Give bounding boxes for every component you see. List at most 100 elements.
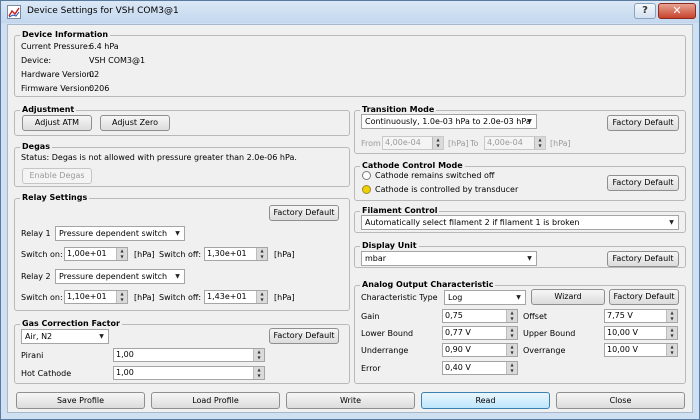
adjust-zero-button[interactable]: Adjust Zero [100, 115, 170, 131]
spin-arrows-icon[interactable]: ▲ ▼ [534, 137, 545, 149]
save-profile-button[interactable]: Save Profile [16, 392, 145, 409]
offset-input[interactable]: 7,75 V ▲ ▼ [604, 309, 678, 323]
relay1-switch-off-input[interactable]: 1,30e+01 ▲ ▼ [204, 247, 268, 261]
underrange-value: 0,90 V [445, 345, 471, 354]
spin-arrows-icon[interactable]: ▲ ▼ [506, 310, 517, 322]
error-label: Error [361, 364, 381, 373]
transition-mode-select[interactable]: Continuously, 1.0e-03 hPa to 2.0e-03 hPa… [361, 114, 537, 129]
overrange-value: 10,00 V [607, 345, 638, 354]
relay2-unit-on: [hPa] [134, 293, 155, 302]
hardware-version-value: 02 [89, 70, 100, 79]
wizard-button[interactable]: Wizard [531, 289, 605, 305]
underrange-label: Underrange [361, 346, 409, 355]
chevron-down-icon: ▼ [175, 273, 180, 280]
window-close-button[interactable]: ✕ [658, 3, 696, 19]
relay2-unit-off: [hPa] [274, 293, 295, 302]
lower-bound-label: Lower Bound [361, 329, 414, 338]
spin-arrows-icon[interactable]: ▲ ▼ [506, 327, 517, 339]
transition-from-value: 4,00e-04 [385, 138, 421, 147]
pirani-input[interactable]: 1,00 ▲ ▼ [113, 348, 265, 362]
overrange-label: Overrange [523, 346, 566, 355]
relay-settings-title: Relay Settings [20, 193, 90, 202]
spin-arrows-icon[interactable]: ▲ ▼ [253, 349, 264, 361]
title-bar[interactable]: Device Settings for VSH COM3@1 ? ✕ [1, 1, 699, 23]
gas-type-value: Air, N2 [25, 332, 53, 341]
transition-to-label: To [470, 139, 479, 148]
analog-factory-default-button[interactable]: Factory Default [609, 289, 679, 305]
help-button[interactable]: ? [634, 3, 656, 19]
relay2-switch-on-input[interactable]: 1,10e+01 ▲ ▼ [64, 290, 128, 304]
cathode-control-title: Cathode Control Mode [360, 161, 465, 170]
chevron-down-icon: ▼ [669, 219, 674, 226]
firmware-version-label: Firmware Version: [21, 84, 93, 93]
relay2-switch-off-value: 1,43e+01 [207, 292, 247, 301]
relay1-mode-select[interactable]: Pressure dependent switch ▼ [55, 226, 185, 241]
transition-from-input[interactable]: 4,00e-04 ▲ ▼ [382, 136, 444, 150]
spin-arrows-icon[interactable]: ▲ ▼ [253, 367, 264, 379]
spin-arrows-icon[interactable]: ▲ ▼ [666, 344, 677, 356]
close-button[interactable]: Close [556, 392, 685, 409]
relay2-switch-off-input[interactable]: 1,43e+01 ▲ ▼ [204, 290, 268, 304]
upper-bound-input[interactable]: 10,00 V ▲ ▼ [604, 326, 678, 340]
write-button[interactable]: Write [286, 392, 415, 409]
spin-arrows-icon[interactable]: ▲ ▼ [506, 344, 517, 356]
characteristic-type-select[interactable]: Log ▼ [444, 290, 526, 305]
chevron-down-icon: ▼ [527, 118, 532, 125]
overrange-input[interactable]: 10,00 V ▲ ▼ [604, 343, 678, 357]
error-value: 0,40 V [445, 363, 471, 372]
cathode-off-label: Cathode remains switched off [375, 171, 495, 180]
hot-cathode-input[interactable]: 1,00 ▲ ▼ [113, 366, 265, 380]
transition-factory-default-button[interactable]: Factory Default [607, 115, 679, 131]
upper-bound-label: Upper Bound [523, 329, 576, 338]
spin-arrows-icon[interactable]: ▲ ▼ [432, 137, 443, 149]
relay1-switch-on-value: 1,00e+01 [67, 249, 107, 258]
load-profile-button[interactable]: Load Profile [151, 392, 280, 409]
gas-factory-default-button[interactable]: Factory Default [269, 328, 339, 344]
display-unit-select[interactable]: mbar ▼ [361, 251, 537, 266]
upper-bound-value: 10,00 V [607, 328, 638, 337]
spin-arrows-icon[interactable]: ▲ ▼ [256, 248, 267, 260]
device-settings-window: Device Settings for VSH COM3@1 ? ✕ Devic… [0, 0, 700, 420]
relay2-mode-select[interactable]: Pressure dependent switch ▼ [55, 269, 185, 284]
offset-label: Offset [523, 312, 548, 321]
read-button[interactable]: Read [421, 392, 550, 409]
adjust-atm-button[interactable]: Adjust ATM [22, 115, 92, 131]
display-unit-title: Display Unit [360, 241, 419, 250]
spin-arrows-icon[interactable]: ▲ ▼ [666, 310, 677, 322]
transition-from-label: From [361, 139, 381, 148]
gain-input[interactable]: 0,75 ▲ ▼ [442, 309, 518, 323]
cathode-transducer-radio[interactable] [362, 185, 371, 194]
spin-arrows-icon[interactable]: ▲ ▼ [506, 362, 517, 374]
lower-bound-value: 0,77 V [445, 328, 471, 337]
pirani-label: Pirani [21, 351, 44, 360]
underrange-input[interactable]: 0,90 V ▲ ▼ [442, 343, 518, 357]
relay1-label: Relay 1 [21, 229, 51, 238]
chevron-down-icon: ▼ [175, 230, 180, 237]
lower-bound-input[interactable]: 0,77 V ▲ ▼ [442, 326, 518, 340]
relay2-switch-on-value: 1,10e+01 [67, 292, 107, 301]
spin-arrows-icon[interactable]: ▲ ▼ [116, 291, 127, 303]
filament-mode-select[interactable]: Automatically select filament 2 if filam… [361, 215, 679, 230]
spin-arrows-icon[interactable]: ▲ ▼ [256, 291, 267, 303]
hot-cathode-value: 1,00 [116, 368, 134, 377]
firmware-version-value: 0206 [89, 84, 110, 93]
cathode-factory-default-button[interactable]: Factory Default [607, 175, 679, 191]
cathode-off-radio[interactable] [362, 171, 371, 180]
transition-mode-value: Continuously, 1.0e-03 hPa to 2.0e-03 hPa [365, 117, 531, 126]
chevron-down-icon: ▼ [99, 333, 104, 340]
relay1-switch-off-value: 1,30e+01 [207, 249, 247, 258]
gain-value: 0,75 [445, 311, 463, 320]
relay1-switch-on-input[interactable]: 1,00e+01 ▲ ▼ [64, 247, 128, 261]
device-label: Device: [21, 56, 52, 65]
filament-mode-value: Automatically select filament 2 if filam… [365, 218, 580, 227]
display-factory-default-button[interactable]: Factory Default [607, 251, 679, 267]
relay-factory-default-button[interactable]: Factory Default [269, 205, 339, 221]
gas-type-select[interactable]: Air, N2 ▼ [21, 329, 109, 344]
error-input[interactable]: 0,40 V ▲ ▼ [442, 361, 518, 375]
window-title: Device Settings for VSH COM3@1 [27, 6, 179, 16]
cathode-transducer-label: Cathode is controlled by transducer [375, 185, 519, 194]
spin-arrows-icon[interactable]: ▲ ▼ [666, 327, 677, 339]
spin-arrows-icon[interactable]: ▲ ▼ [116, 248, 127, 260]
enable-degas-button[interactable]: Enable Degas [22, 168, 92, 184]
transition-to-input[interactable]: 4,00e-04 ▲ ▼ [484, 136, 546, 150]
